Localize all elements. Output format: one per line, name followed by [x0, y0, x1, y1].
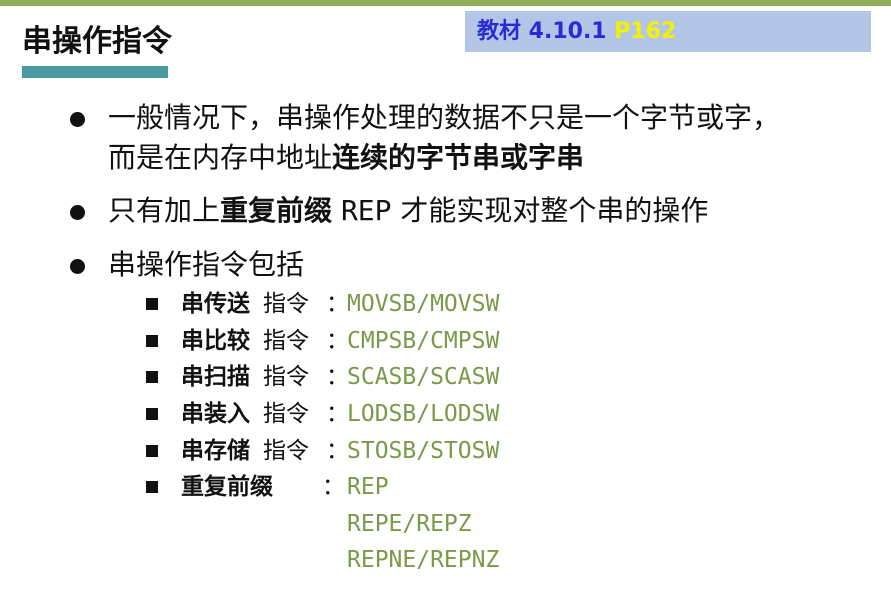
instruction-suffix: 指令	[263, 291, 309, 317]
instruction-code: LODSB/LODSW	[347, 401, 500, 427]
repeat-prefix-code-repne: REPNE/REPNZ	[347, 547, 500, 573]
reference-page: P162	[614, 19, 677, 44]
square-bullet	[146, 481, 158, 493]
instruction-code: CMPSB/CMPSW	[347, 328, 500, 354]
repeat-prefix-name: 重复前缀	[181, 474, 273, 500]
instruction-name: 串装入	[181, 401, 250, 427]
reference-section: 教材 4.10.1	[477, 19, 607, 44]
bullet-2-suffix: 才能实现对整个串的操作	[400, 194, 709, 227]
square-bullet	[146, 371, 158, 383]
bullet-item-2: 只有加上重复前缀 REP 才能实现对整个串的操作	[70, 191, 885, 231]
bullet-2-prefix: 只有加上	[108, 194, 221, 227]
instruction-colon: ：	[326, 438, 349, 464]
instruction-code: SCASB/SCASW	[347, 364, 500, 390]
instruction-suffix: 指令	[263, 438, 309, 464]
bullet-dot	[70, 259, 85, 274]
bullet-2-emphasis: 重复前缀	[220, 194, 333, 227]
top-accent-bar	[0, 0, 891, 6]
bullet-1-line-2: 而是在内存中地址连续的字节串或字串	[108, 138, 584, 178]
instruction-colon: ：	[326, 328, 349, 354]
bullet-item-3: 串操作指令包括	[70, 245, 885, 285]
instruction-colon: ：	[326, 364, 349, 390]
bullet-1-line-2-text: 而是在内存中地址	[108, 141, 333, 174]
square-bullet	[146, 408, 158, 420]
bullet-dot	[70, 112, 85, 127]
instruction-code: STOSB/STOSW	[347, 438, 500, 464]
instruction-suffix: 指令	[263, 364, 309, 390]
instruction-suffix: 指令	[263, 328, 309, 354]
square-bullet	[146, 445, 158, 457]
bullet-item-1: 一般情况下，串操作处理的数据不只是一个字节或字， 而是在内存中地址连续的字节串或…	[70, 98, 885, 178]
repeat-prefix-colon: ：	[322, 474, 345, 500]
bullet-dot	[70, 205, 85, 220]
bullet-2-text: 只有加上重复前缀 REP 才能实现对整个串的操作	[108, 191, 708, 231]
instruction-colon: ：	[326, 291, 349, 317]
bullet-2-code: REP	[340, 194, 392, 227]
square-bullet	[146, 298, 158, 310]
instruction-name: 串传送	[181, 291, 250, 317]
instruction-code: MOVSB/MOVSW	[347, 291, 500, 317]
bullet-1-emphasis: 连续的字节串或字串	[332, 141, 585, 174]
instruction-name: 串比较	[181, 328, 250, 354]
bullet-3-text: 串操作指令包括	[108, 248, 305, 281]
instruction-name: 串扫描	[181, 364, 250, 390]
textbook-reference-box: 教材 4.10.1 P162	[465, 11, 871, 52]
instruction-colon: ：	[326, 401, 349, 427]
instruction-suffix: 指令	[263, 401, 309, 427]
instruction-name: 串存储	[181, 438, 250, 464]
square-bullet	[146, 335, 158, 347]
slide-title: 串操作指令	[22, 24, 172, 59]
title-underline	[22, 66, 168, 78]
bullet-1-line-1: 一般情况下，串操作处理的数据不只是一个字节或字，	[108, 101, 781, 134]
repeat-prefix-code-rep: REP	[347, 474, 389, 500]
repeat-prefix-code-repe: REPE/REPZ	[347, 511, 472, 537]
